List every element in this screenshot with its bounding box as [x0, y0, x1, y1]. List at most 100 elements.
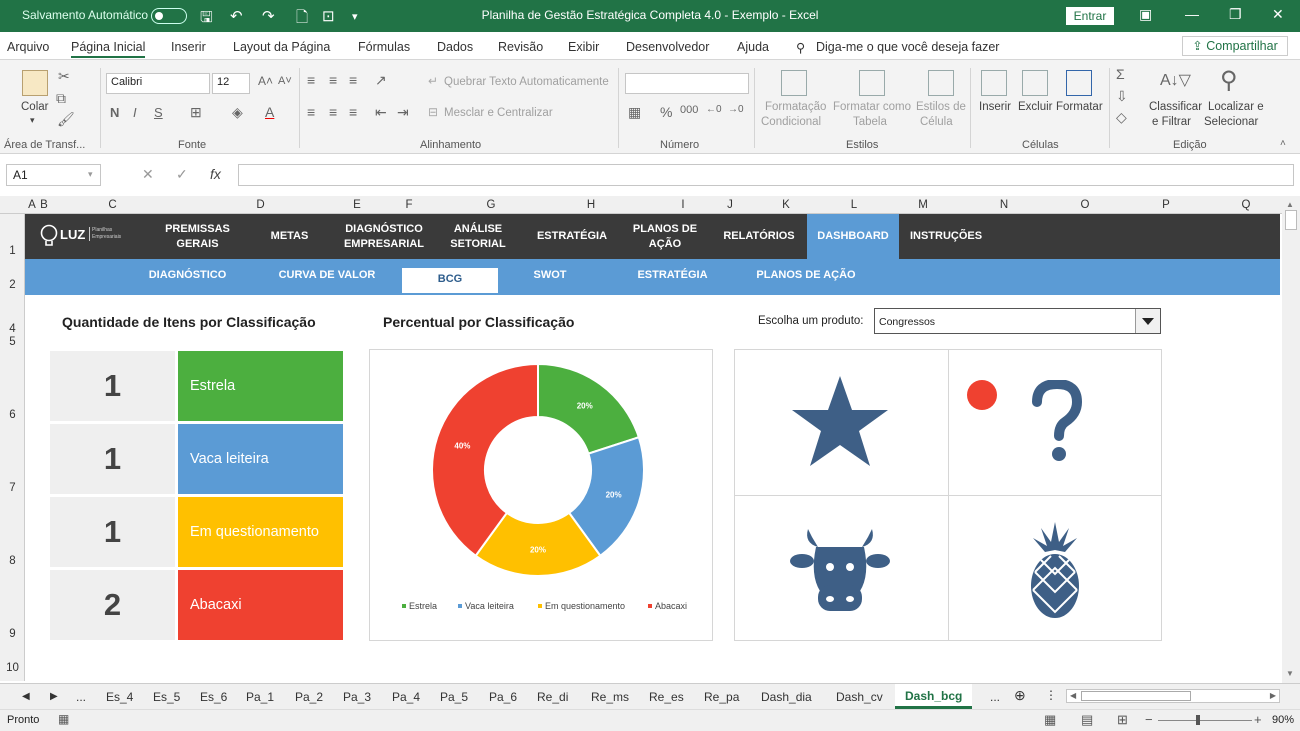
- macro-record-icon[interactable]: ▦: [58, 712, 69, 726]
- collapse-ribbon-icon[interactable]: ˄: [1280, 138, 1286, 149]
- align-middle-icon[interactable]: ≡: [329, 72, 337, 88]
- sheet-tab[interactable]: Es_5: [153, 690, 180, 704]
- tab-split-handle[interactable]: ⋮: [1045, 688, 1057, 702]
- column-header[interactable]: A: [26, 199, 38, 211]
- cancel-icon[interactable]: ✕: [142, 166, 154, 183]
- sheet-tab[interactable]: Re_ms: [591, 690, 629, 704]
- tab-arquivo[interactable]: Arquivo: [7, 40, 49, 54]
- sheet-tab[interactable]: Dash_cv: [836, 690, 883, 704]
- column-header[interactable]: Q: [1206, 199, 1286, 211]
- increase-decimal-icon[interactable]: ←0: [706, 104, 722, 115]
- increase-indent-icon[interactable]: ⇥: [397, 104, 409, 121]
- product-select[interactable]: Congressos: [874, 308, 1161, 334]
- sort-filter-label-2[interactable]: e Filtrar: [1152, 116, 1191, 128]
- insert-cells-icon[interactable]: [981, 70, 1007, 96]
- nav-premissas-gerais[interactable]: PREMISSAS GERAIS: [155, 214, 240, 259]
- subnav-bcg[interactable]: BCG: [402, 268, 498, 293]
- copy-icon[interactable]: ⧉: [56, 90, 66, 107]
- zoom-level[interactable]: 90%: [1272, 714, 1294, 726]
- column-header[interactable]: J: [715, 199, 745, 211]
- sheet-tab[interactable]: Pa_3: [343, 690, 371, 704]
- h-scroll-thumb[interactable]: [1081, 691, 1191, 701]
- chevron-down-icon[interactable]: [1135, 309, 1160, 333]
- sort-filter-label-1[interactable]: Classificar: [1149, 101, 1202, 113]
- subnav-curva-de-valor[interactable]: CURVA DE VALOR: [272, 269, 382, 281]
- insert-function-icon[interactable]: fx: [210, 166, 221, 182]
- close-icon[interactable]: ✕: [1272, 6, 1284, 23]
- row-header[interactable]: 1: [0, 245, 25, 257]
- format-table-label-2[interactable]: Tabela: [853, 116, 887, 128]
- tab-inserir[interactable]: Inserir: [171, 40, 206, 54]
- cut-icon[interactable]: ✂: [58, 68, 70, 85]
- font-size-select[interactable]: 12: [212, 73, 250, 94]
- minimize-icon[interactable]: —: [1185, 6, 1199, 22]
- fill-color-icon[interactable]: ◈: [232, 104, 243, 121]
- column-header[interactable]: D: [178, 199, 343, 211]
- donut-chart-box[interactable]: 20% 20% 20% 40% Estrela Vaca leiteira Em quest…: [369, 349, 713, 641]
- nav-planos-de-acao[interactable]: PLANOS DE AÇÃO: [625, 214, 705, 259]
- sheet-tab[interactable]: Pa_2: [295, 690, 323, 704]
- thousands-icon[interactable]: 000: [680, 104, 698, 116]
- borders-icon[interactable]: ⊞: [190, 104, 202, 121]
- row-header[interactable]: 7: [0, 482, 25, 494]
- ribbon-display-icon[interactable]: ▣: [1139, 6, 1152, 23]
- cond-format-label-2[interactable]: Condicional: [761, 116, 821, 128]
- column-header[interactable]: G: [450, 199, 532, 211]
- row-header[interactable]: 6: [0, 409, 25, 421]
- column-header[interactable]: M: [882, 199, 964, 211]
- subnav-estrategia[interactable]: ESTRATÉGIA: [625, 269, 720, 281]
- zoom-slider-thumb[interactable]: [1196, 715, 1200, 725]
- conditional-format-icon[interactable]: [781, 70, 807, 96]
- column-header[interactable]: H: [532, 199, 650, 211]
- align-top-icon[interactable]: ≡: [307, 72, 315, 88]
- next-sheet-icon[interactable]: ▶: [50, 691, 58, 702]
- paste-label[interactable]: Colar: [21, 101, 48, 113]
- nav-analise-setorial[interactable]: ANÁLISE SETORIAL: [443, 214, 513, 259]
- merge-icon[interactable]: ⊟: [428, 105, 438, 119]
- scroll-right-icon[interactable]: ▶: [1270, 691, 1276, 700]
- restore-icon[interactable]: ❐: [1229, 6, 1242, 23]
- scroll-thumb[interactable]: [1285, 210, 1297, 230]
- sheet-tab[interactable]: Pa_5: [440, 690, 468, 704]
- tab-pagina-inicial[interactable]: Página Inicial: [71, 40, 146, 58]
- orientation-icon[interactable]: ↗: [375, 72, 387, 89]
- merge-center-button[interactable]: Mesclar e Centralizar: [444, 107, 553, 119]
- subnav-swot[interactable]: SWOT: [515, 269, 585, 281]
- row-header[interactable]: 2: [0, 279, 25, 291]
- name-box[interactable]: A1: [6, 164, 101, 186]
- sheet-tab[interactable]: Re_di: [537, 690, 568, 704]
- increase-font-icon[interactable]: A˄: [258, 74, 273, 88]
- tab-dados[interactable]: Dados: [437, 40, 473, 54]
- find-select-label-2[interactable]: Selecionar: [1204, 116, 1258, 128]
- page-break-view-icon[interactable]: ⊞: [1117, 712, 1128, 728]
- percent-icon[interactable]: %: [660, 104, 672, 120]
- vertical-scrollbar[interactable]: ▲ ▼: [1282, 196, 1300, 683]
- column-header[interactable]: P: [1126, 199, 1206, 211]
- format-table-icon[interactable]: [859, 70, 885, 96]
- column-header[interactable]: O: [1044, 199, 1126, 211]
- subnav-diagnostico[interactable]: DIAGNÓSTICO: [140, 269, 235, 281]
- font-name-select[interactable]: Calibri: [106, 73, 210, 94]
- normal-view-icon[interactable]: ▦: [1044, 712, 1056, 728]
- share-button[interactable]: ⇪ Compartilhar: [1182, 36, 1288, 56]
- lightbulb-search-icon[interactable]: ⚲: [796, 40, 805, 55]
- decrease-font-icon[interactable]: A˅: [278, 75, 292, 87]
- align-left-icon[interactable]: ≡: [307, 104, 315, 120]
- more-sheets-right[interactable]: ...: [990, 690, 1000, 704]
- add-sheet-icon[interactable]: ⊕: [1014, 687, 1026, 704]
- sheet-tab[interactable]: Es_4: [106, 690, 133, 704]
- nav-estrategia[interactable]: ESTRATÉGIA: [527, 214, 617, 259]
- subnav-planos-de-acao[interactable]: PLANOS DE AÇÃO: [750, 269, 862, 281]
- sort-filter-icon[interactable]: A↓▽: [1160, 70, 1191, 90]
- format-table-label-1[interactable]: Formatar como: [833, 101, 911, 113]
- column-header[interactable]: F: [370, 199, 448, 211]
- row-header[interactable]: 5: [0, 336, 25, 348]
- formula-input[interactable]: [238, 164, 1294, 186]
- wrap-text-button[interactable]: Quebrar Texto Automaticamente: [444, 76, 609, 88]
- delete-cells-button[interactable]: Excluir: [1018, 101, 1053, 113]
- clear-icon[interactable]: ◇: [1116, 109, 1127, 126]
- sheet-tab-active[interactable]: Dash_bcg: [895, 684, 973, 709]
- column-header[interactable]: L: [826, 199, 882, 211]
- sheet-tab[interactable]: Pa_6: [489, 690, 517, 704]
- column-header[interactable]: B: [38, 199, 50, 211]
